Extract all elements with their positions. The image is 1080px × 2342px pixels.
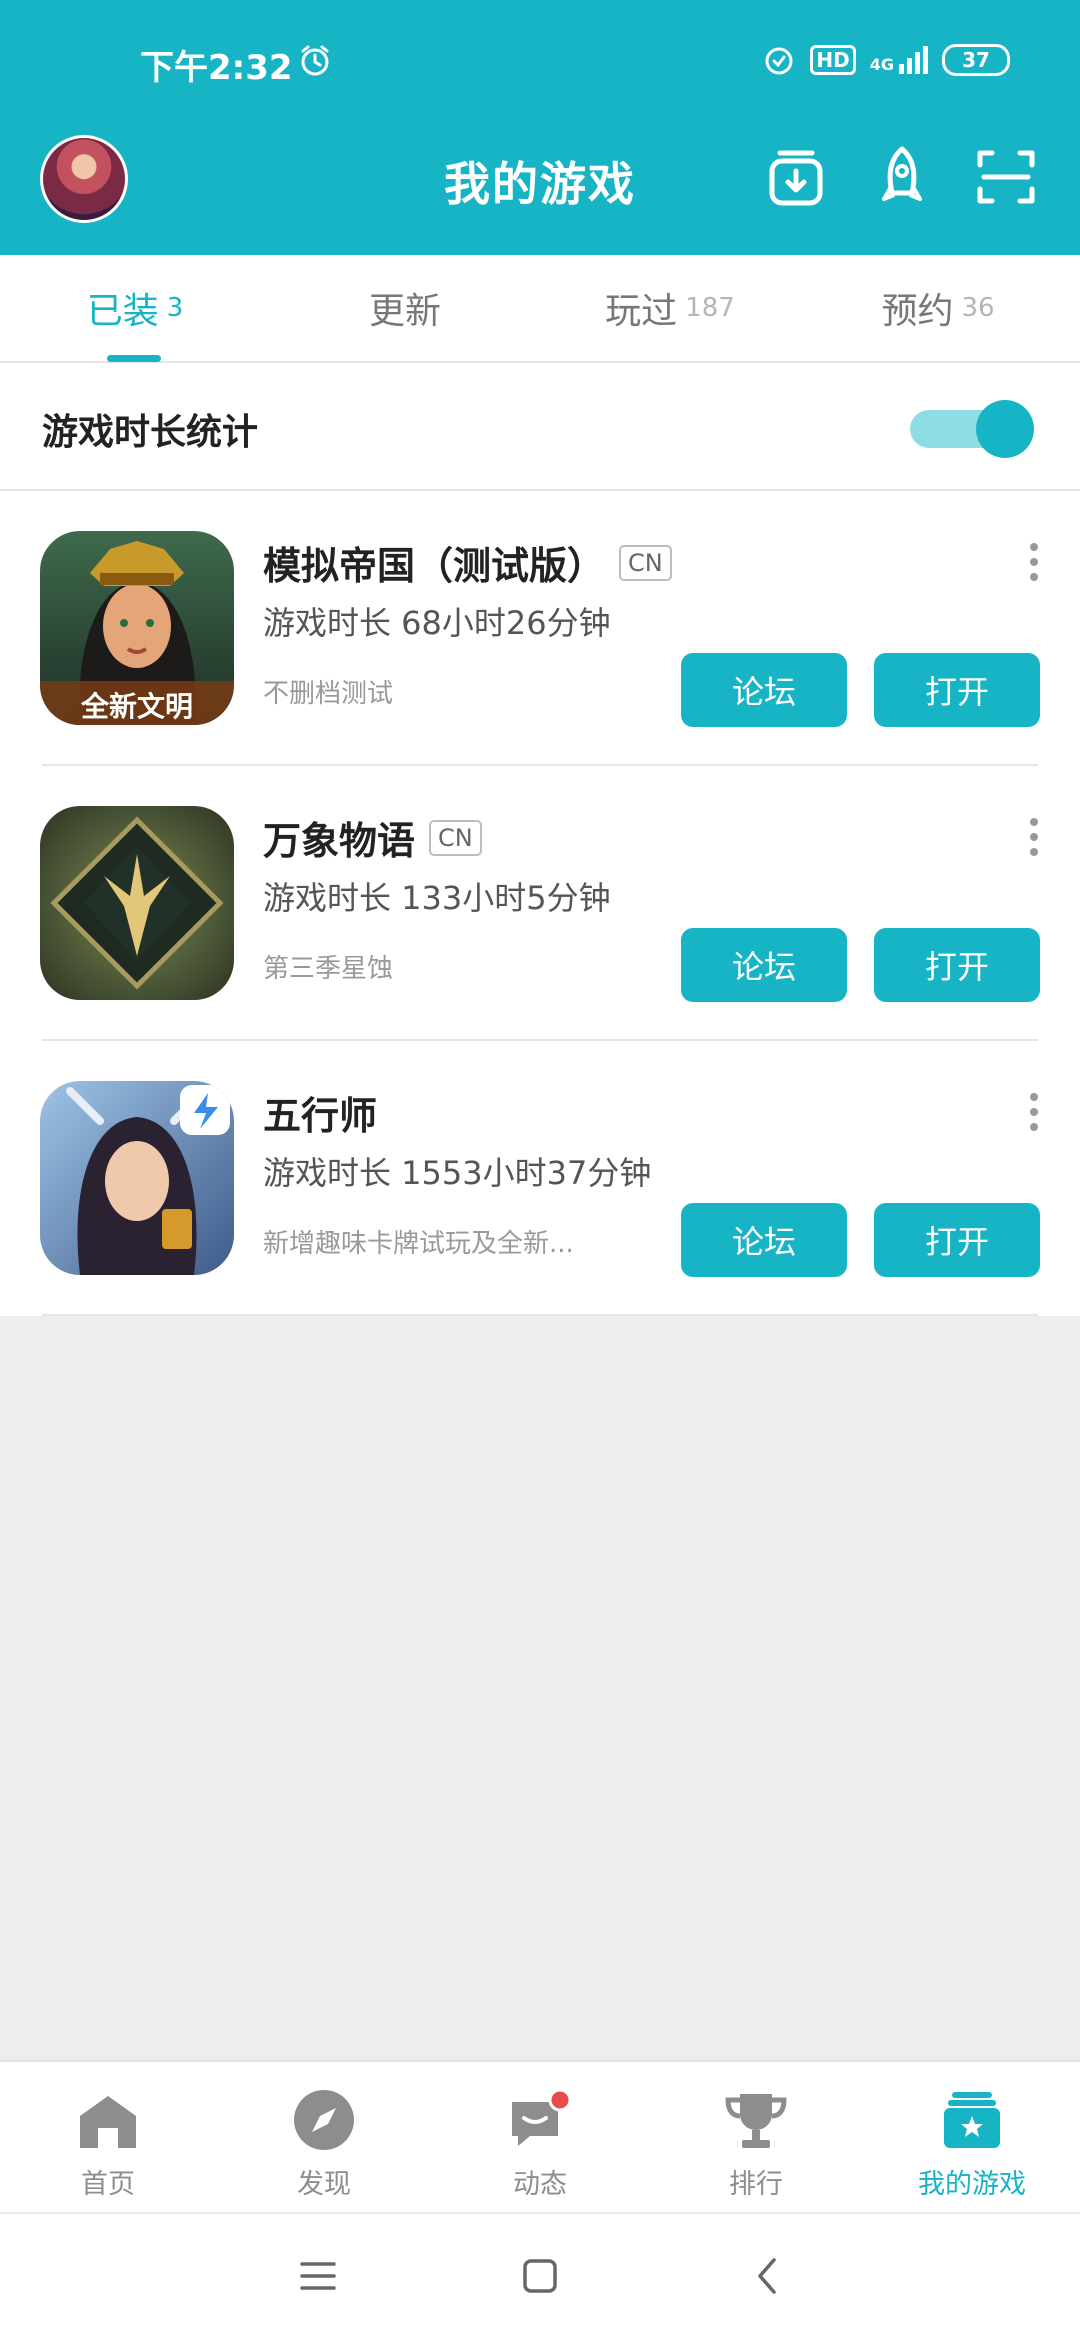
game-icon-empire-sim[interactable]: 全新文明	[40, 531, 234, 725]
status-time: 下午2:32	[140, 48, 293, 88]
game-artwork	[40, 806, 234, 1000]
chat-icon	[512, 2088, 572, 2146]
trophy-icon	[725, 2094, 787, 2148]
region-badge: CN	[619, 544, 672, 581]
game-item[interactable]: 五行师 游戏时长 1553小时37分钟 新增趣味卡牌试玩及全新... 论坛 打开	[0, 1041, 1080, 1316]
tab-played[interactable]: 玩过 187	[555, 255, 785, 361]
open-button[interactable]: 打开	[874, 928, 1040, 1002]
game-item[interactable]: 全新文明 模拟帝国（测试版） CN 游戏时长 68小时26分钟 不删档测试 论坛…	[0, 491, 1080, 766]
nav-label: 首页	[81, 2169, 135, 2200]
tab-count: 36	[961, 293, 995, 323]
more-menu-icon[interactable]	[1024, 1091, 1044, 1133]
game-description: 不删档测试	[263, 679, 394, 709]
battery-indicator: 37	[942, 44, 1010, 76]
home-icon	[80, 2096, 136, 2148]
installed-game-list: 全新文明 模拟帝国（测试版） CN 游戏时长 68小时26分钟 不删档测试 论坛…	[0, 491, 1080, 1316]
game-icon-caption: 全新文明	[80, 690, 193, 723]
more-menu-icon[interactable]	[1024, 816, 1044, 858]
nav-home[interactable]: 首页	[0, 2062, 216, 2212]
alarm-icon	[301, 45, 329, 76]
toggle-knob	[976, 400, 1034, 458]
network-indicator: 4G	[870, 46, 928, 74]
bottom-nav: 首页 发现 动态 排行 我的游戏	[0, 2060, 1080, 2212]
nav-ranking[interactable]: 排行	[648, 2062, 864, 2212]
game-title: 模拟帝国（测试版）	[263, 544, 606, 588]
hd-badge: HD	[810, 45, 856, 75]
network-type: 4G	[869, 55, 894, 74]
nav-discover[interactable]: 发现	[216, 2062, 432, 2212]
system-nav-bar	[0, 2212, 1080, 2342]
back-icon[interactable]	[746, 2254, 790, 2298]
tab-count: 187	[685, 293, 735, 323]
notification-dot	[548, 2088, 572, 2112]
tab-indicator	[107, 355, 161, 362]
game-name: 模拟帝国（测试版） CN	[263, 535, 672, 590]
my-games-icon	[944, 2092, 1000, 2148]
forum-button[interactable]: 论坛	[681, 928, 847, 1002]
game-artwork	[40, 1081, 234, 1275]
nav-my-games[interactable]: 我的游戏	[864, 2062, 1080, 2212]
scan-icon[interactable]	[976, 145, 1036, 209]
tab-label: 更新	[368, 291, 441, 332]
game-description: 新增趣味卡牌试玩及全新...	[263, 1229, 574, 1259]
game-icon-wanxiang[interactable]	[40, 806, 234, 1000]
divider	[42, 1314, 1038, 1316]
tab-reserved[interactable]: 预约 36	[823, 255, 1053, 361]
rocket-icon[interactable]	[872, 145, 932, 209]
nav-label: 动态	[513, 2169, 567, 2200]
game-playtime: 游戏时长 68小时26分钟	[263, 604, 611, 642]
game-playtime: 游戏时长 1553小时37分钟	[263, 1154, 652, 1192]
open-button[interactable]: 打开	[874, 1203, 1040, 1277]
game-title: 万象物语	[263, 819, 416, 863]
tab-updates[interactable]: 更新	[290, 255, 520, 361]
app-header: 下午2:32 HD 4G 37 我的游戏	[0, 0, 1080, 255]
tab-label: 玩过	[605, 291, 678, 332]
more-menu-icon[interactable]	[1024, 541, 1044, 583]
tab-bar: 已装 3 更新 玩过 187 预约 36	[0, 255, 1080, 363]
game-name: 万象物语 CN	[263, 810, 482, 865]
forum-button[interactable]: 论坛	[681, 1203, 847, 1277]
home-button-icon[interactable]	[518, 2254, 562, 2298]
nav-label: 排行	[729, 2169, 783, 2200]
playtime-stats-toggle[interactable]	[910, 398, 1034, 458]
tab-installed[interactable]: 已装 3	[20, 255, 250, 361]
tab-label: 已装	[86, 291, 159, 332]
tab-label: 预约	[881, 291, 954, 332]
open-button[interactable]: 打开	[874, 653, 1040, 727]
compass-icon	[294, 2090, 354, 2150]
game-item[interactable]: 万象物语 CN 游戏时长 133小时5分钟 第三季星蚀 论坛 打开	[0, 766, 1080, 1041]
forum-button[interactable]: 论坛	[681, 653, 847, 727]
game-description: 第三季星蚀	[263, 954, 394, 984]
game-name: 五行师	[263, 1085, 377, 1140]
tab-count: 3	[166, 293, 184, 323]
menu-icon[interactable]	[296, 2254, 340, 2298]
nav-label: 我的游戏	[918, 2169, 1026, 2200]
game-playtime: 游戏时长 133小时5分钟	[263, 879, 611, 917]
game-icon-wuxingshi[interactable]	[40, 1081, 234, 1275]
alarm-icon	[765, 47, 793, 75]
region-badge: CN	[429, 819, 482, 856]
signal-icon	[899, 46, 928, 74]
status-indicators: HD 4G 37	[762, 40, 1010, 80]
nav-label: 发现	[297, 2169, 351, 2200]
playtime-stats-label: 游戏时长统计	[42, 412, 259, 453]
nav-feed[interactable]: 动态	[432, 2062, 648, 2212]
download-manager-icon[interactable]	[766, 145, 826, 209]
game-title: 五行师	[263, 1094, 378, 1138]
